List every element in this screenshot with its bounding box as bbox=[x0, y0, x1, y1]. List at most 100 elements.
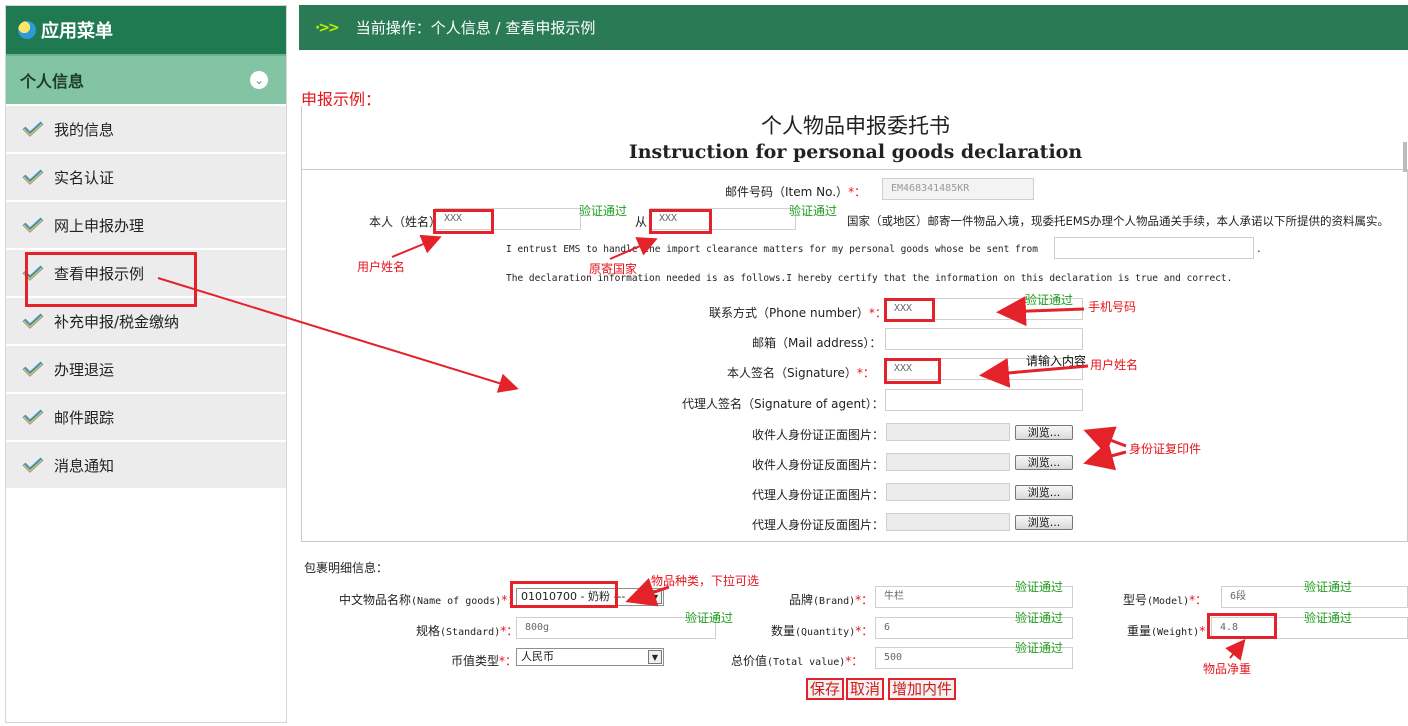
agent-signature-label: 代理人签名（Signature of agent）： bbox=[682, 397, 884, 411]
highlight-box-weight bbox=[1207, 613, 1277, 639]
form-title-en: Instruction for personal goods declarati… bbox=[628, 141, 1083, 163]
verified-text: 验证通过 bbox=[685, 611, 734, 625]
phone-label: 联系方式（Phone number）*： bbox=[709, 306, 887, 320]
goods-name-label: 中文物品名称(Name of goods)*： bbox=[339, 593, 520, 607]
agent-signature-input[interactable] bbox=[885, 389, 1083, 411]
highlight-box-name bbox=[433, 209, 494, 234]
id-back-file[interactable] bbox=[886, 453, 1010, 471]
browse-button[interactable]: 浏览... bbox=[1015, 515, 1073, 530]
highlight-box-menu bbox=[25, 252, 197, 307]
mail-label: 邮箱（Mail address）： bbox=[752, 336, 882, 350]
weight-label: 重量(Weight)*： bbox=[1127, 624, 1218, 638]
verified-text: 验证通过 bbox=[1015, 580, 1064, 594]
sidebar-section-personal-info[interactable]: 个人信息 ⌄ bbox=[6, 54, 286, 104]
browse-button[interactable]: 浏览... bbox=[1015, 455, 1073, 470]
verified-text: 验证通过 bbox=[579, 204, 628, 218]
dropdown-arrow-icon[interactable]: ▼ bbox=[648, 650, 662, 664]
me-name-label: 本人（姓名） bbox=[369, 215, 442, 229]
sidebar-title: 应用菜单 bbox=[41, 21, 113, 42]
save-button[interactable]: 保存 bbox=[806, 678, 845, 700]
form-title-cn: 个人物品申报委托书 bbox=[761, 114, 950, 138]
highlight-box-phone bbox=[884, 298, 935, 322]
model-label: 型号(Model)*： bbox=[1123, 593, 1208, 607]
sidebar-item-my-info[interactable]: 我的信息 bbox=[6, 104, 286, 152]
cancel-button[interactable]: 取消 bbox=[846, 678, 885, 700]
note-user-name: 用户姓名 bbox=[357, 260, 406, 274]
section-label: 个人信息 bbox=[20, 72, 85, 91]
sidebar-item-label: 我的信息 bbox=[54, 120, 115, 139]
sidebar-header: 应用菜单 bbox=[6, 6, 286, 54]
sidebar-item-label: 实名认证 bbox=[54, 168, 115, 187]
id-front-label: 收件人身份证正面图片： bbox=[752, 428, 885, 442]
quantity-label: 数量(Quantity)*： bbox=[771, 624, 874, 638]
verified-text: 验证通过 bbox=[1304, 611, 1353, 625]
id-back-label: 收件人身份证反面图片： bbox=[752, 458, 885, 472]
verified-text: 验证通过 bbox=[1304, 580, 1353, 594]
note-user-name-2: 用户姓名 bbox=[1090, 358, 1139, 372]
declaration-form: 个人物品申报委托书 Instruction for personal goods… bbox=[301, 106, 1408, 542]
signature-label: 本人签名（Signature）*： bbox=[727, 366, 875, 380]
from-label: 从 bbox=[635, 215, 648, 229]
sidebar-item-label: 消息通知 bbox=[54, 456, 115, 475]
item-no-label: 邮件号码（Item No.）*： bbox=[725, 185, 867, 199]
sidebar-item-return[interactable]: 办理退运 bbox=[6, 344, 286, 392]
chevron-down-icon[interactable]: ⌄ bbox=[250, 71, 268, 89]
check-icon bbox=[22, 361, 44, 377]
globe-icon bbox=[18, 21, 36, 39]
statement-cn: 国家（或地区）邮寄一件物品入境，现委托EMS办理个人物品通关手续，本人承诺以下所… bbox=[847, 214, 1389, 228]
id-front-file[interactable] bbox=[886, 423, 1010, 441]
signature-hint: 请输入内容 bbox=[1026, 354, 1087, 368]
brand-label: 品牌(Brand)*： bbox=[789, 593, 874, 607]
sidebar: 应用菜单 个人信息 ⌄ 我的信息 实名认证 网上申报办理 查看申报示例 补充申报… bbox=[5, 5, 287, 723]
agent-id-back-label: 代理人身份证反面图片： bbox=[752, 518, 885, 532]
sidebar-item-label: 办理退运 bbox=[54, 360, 115, 379]
dropdown-arrow-icon[interactable]: ▼ bbox=[648, 590, 662, 604]
sent-from-input[interactable] bbox=[1054, 237, 1254, 259]
browse-button[interactable]: 浏览... bbox=[1015, 485, 1073, 500]
breadcrumb-bar: ·>> 当前操作：个人信息 / 查看申报示例 bbox=[299, 5, 1408, 50]
agent-id-back-file[interactable] bbox=[886, 513, 1010, 531]
note-phone: 手机号码 bbox=[1088, 300, 1137, 314]
highlight-box-country bbox=[649, 209, 712, 234]
verified-text: 验证通过 bbox=[1025, 293, 1074, 307]
add-item-button[interactable]: 增加内件 bbox=[888, 678, 957, 700]
note-origin-country: 原寄国家 bbox=[589, 262, 638, 276]
note-id-copy: 身份证复印件 bbox=[1129, 442, 1202, 456]
note-goods-type: 物品种类，下拉可选 bbox=[651, 574, 760, 588]
scrollbar[interactable] bbox=[1403, 142, 1407, 172]
sidebar-item-real-name-auth[interactable]: 实名认证 bbox=[6, 152, 286, 200]
sidebar-item-notifications[interactable]: 消息通知 bbox=[6, 440, 286, 488]
verified-text: 验证通过 bbox=[1015, 641, 1064, 655]
breadcrumb: 当前操作：个人信息 / 查看申报示例 bbox=[355, 19, 596, 37]
check-icon bbox=[22, 217, 44, 233]
currency-value: 人民币 bbox=[521, 650, 554, 663]
package-header: 包裹明细信息： bbox=[304, 561, 389, 575]
arrow-right-icon: ·>> bbox=[315, 19, 340, 36]
verified-text: 验证通过 bbox=[1015, 611, 1064, 625]
sidebar-item-mail-tracking[interactable]: 邮件跟踪 bbox=[6, 392, 286, 440]
check-icon bbox=[22, 409, 44, 425]
browse-button[interactable]: 浏览... bbox=[1015, 425, 1073, 440]
sidebar-item-label: 邮件跟踪 bbox=[54, 408, 115, 427]
check-icon bbox=[22, 121, 44, 137]
currency-select[interactable]: 人民币 ▼ bbox=[516, 648, 664, 666]
check-icon bbox=[22, 313, 44, 329]
highlight-box-signature bbox=[884, 358, 941, 384]
total-value-label: 总价值(Total value)*： bbox=[731, 654, 864, 668]
standard-label: 规格(Standard)*： bbox=[416, 624, 519, 638]
check-icon bbox=[22, 457, 44, 473]
agent-id-front-label: 代理人身份证正面图片： bbox=[752, 488, 885, 502]
check-icon bbox=[22, 169, 44, 185]
mail-input[interactable] bbox=[885, 328, 1083, 350]
entrust-statement-en: I entrust EMS to handle the import clear… bbox=[506, 244, 1038, 255]
sidebar-item-online-declaration[interactable]: 网上申报办理 bbox=[6, 200, 286, 248]
note-net-weight: 物品净重 bbox=[1203, 662, 1252, 676]
agent-id-front-file[interactable] bbox=[886, 483, 1010, 501]
form-header: 个人物品申报委托书 Instruction for personal goods… bbox=[302, 106, 1408, 170]
verified-text: 验证通过 bbox=[789, 204, 838, 218]
sidebar-item-label: 补充申报/税金缴纳 bbox=[54, 312, 180, 331]
item-no-input[interactable]: EM468341485KR bbox=[882, 178, 1034, 200]
highlight-box-goods bbox=[510, 581, 618, 608]
sidebar-item-label: 网上申报办理 bbox=[54, 216, 145, 235]
entrust-statement-en-end: . bbox=[1256, 244, 1262, 255]
